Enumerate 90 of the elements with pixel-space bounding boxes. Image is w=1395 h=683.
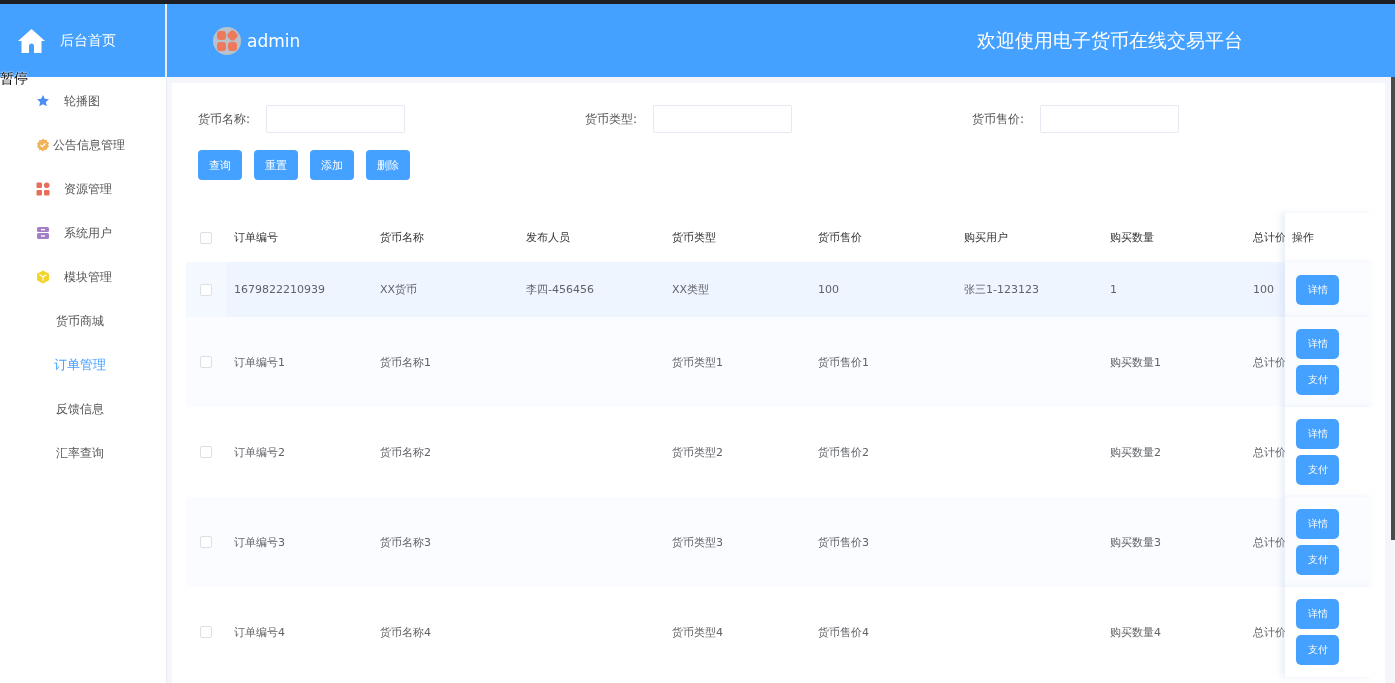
table-row[interactable]: 订单编号2 货币名称2 货币类型2 货币售价2 购买数量2 总计价 详情 支付 — [186, 407, 1372, 497]
action-button[interactable]: 删除 — [366, 150, 410, 180]
table-cell: 货币名称3 — [380, 535, 431, 549]
user-name: admin — [247, 30, 301, 51]
action-button[interactable]: 查询 — [198, 150, 242, 180]
table-cell: 订单编号1 — [234, 355, 285, 369]
table-cell: 购买数量4 — [1110, 625, 1161, 639]
submenu-item[interactable]: 汇率查询 — [0, 431, 166, 475]
table-cell: 订单编号3 — [234, 535, 285, 549]
table-row[interactable]: 订单编号3 货币名称3 货币类型3 货币售价3 购买数量3 总计价 详情 支付 — [186, 497, 1372, 587]
column-header: 订单编号 — [233, 230, 279, 245]
column-header: 购买数量 — [1109, 230, 1155, 245]
table-cell: 订单编号4 — [234, 625, 285, 639]
field-label: 货币售价: — [972, 110, 1026, 128]
table-cell: 订单编号2 — [234, 445, 285, 459]
row-action-button[interactable]: 支付 — [1296, 455, 1339, 485]
table-cell: 货币名称2 — [380, 445, 431, 459]
input-field[interactable] — [1040, 105, 1179, 133]
row-action-button[interactable]: 支付 — [1296, 635, 1339, 665]
table-cell: 货币类型3 — [672, 535, 723, 549]
welcome-title: 欢迎使用电子货币在线交易平台 — [977, 27, 1243, 53]
checkbox[interactable] — [200, 446, 212, 458]
table-cell: 1679822210939 — [234, 283, 325, 296]
action-button[interactable]: 重置 — [254, 150, 298, 180]
row-action-button[interactable]: 支付 — [1296, 545, 1339, 575]
table-cell: 李四-456456 — [526, 282, 594, 297]
table-cell: 货币类型1 — [672, 355, 723, 369]
checkbox[interactable] — [200, 231, 212, 244]
table-cell: 总计价 — [1253, 445, 1286, 459]
table-cell: 100 — [818, 283, 839, 296]
menu-item[interactable]: 资源管理 — [0, 167, 166, 211]
menu-item[interactable]: 公告信息管理 — [0, 123, 166, 167]
column-header: 货币名称 — [379, 230, 425, 245]
column-header: 货币类型 — [671, 230, 717, 245]
scrollbar[interactable] — [1391, 77, 1395, 540]
archive-icon — [36, 226, 50, 240]
table-row[interactable]: 订单编号1 货币名称1 货币类型1 货币售价1 购买数量1 总计价 详情 支付 — [186, 317, 1372, 407]
table-cell: 货币售价1 — [818, 355, 869, 369]
checkbox[interactable] — [200, 626, 212, 638]
row-action-button[interactable]: 详情 — [1296, 419, 1339, 449]
submenu-item[interactable]: 货币商城 — [0, 299, 166, 343]
checkbox[interactable] — [200, 536, 212, 548]
table-cell: 货币名称1 — [380, 355, 431, 369]
grid-icon — [36, 182, 50, 196]
row-action-button[interactable]: 支付 — [1296, 365, 1339, 395]
avatar-icon[interactable] — [213, 26, 241, 55]
submenu-item[interactable]: 反馈信息 — [0, 387, 166, 431]
table-row[interactable]: 1679822210939 XX货币 李四-456456 XX类型 100 张三1-123123 1 100 详情 — [186, 262, 1372, 317]
cube-icon — [36, 270, 50, 284]
home-icon[interactable] — [17, 27, 46, 54]
checkbox[interactable] — [200, 356, 212, 368]
column-header: 发布人员 — [525, 230, 571, 245]
checkbox[interactable] — [200, 283, 212, 296]
row-action-button[interactable]: 详情 — [1296, 274, 1339, 305]
table-cell: 货币售价2 — [818, 445, 869, 459]
row-action-button[interactable]: 详情 — [1296, 599, 1339, 629]
menu-item[interactable]: 模块管理 — [0, 255, 166, 299]
table-cell: 购买数量2 — [1110, 445, 1161, 459]
field-label: 货币名称: — [198, 110, 252, 128]
row-action-button[interactable]: 详情 — [1296, 329, 1339, 359]
table-cell: 购买数量3 — [1110, 535, 1161, 549]
table-cell: 货币类型2 — [672, 445, 723, 459]
table-cell: 1 — [1110, 283, 1117, 296]
table-cell: XX类型 — [672, 282, 710, 297]
table-cell: XX货币 — [380, 282, 418, 297]
column-header: 货币售价 — [817, 230, 863, 245]
table-cell: 货币类型4 — [672, 625, 723, 639]
badge-icon — [36, 138, 50, 152]
row-action-button[interactable]: 详情 — [1296, 509, 1339, 539]
menu-item[interactable]: 系统用户 — [0, 211, 166, 255]
submenu-item[interactable]: 订单管理 — [0, 343, 166, 387]
table-cell: 货币售价3 — [818, 535, 869, 549]
table-row[interactable]: 订单编号4 货币名称4 货币类型4 货币售价4 购买数量4 总计价 详情 支付 — [186, 587, 1372, 677]
table-cell: 货币名称4 — [380, 625, 431, 639]
input-field[interactable] — [266, 105, 405, 133]
column-header: 购买用户 — [963, 230, 1009, 245]
table-cell: 总计价 — [1253, 625, 1286, 639]
table-cell: 购买数量1 — [1110, 355, 1161, 369]
table-cell: 100 — [1253, 283, 1274, 296]
table-cell: 总计价 — [1253, 535, 1286, 549]
column-header: 总计价 — [1252, 230, 1285, 245]
table-cell: 张三1-123123 — [964, 282, 1039, 297]
star-icon — [36, 94, 50, 108]
column-header: 操作 — [1285, 213, 1372, 262]
action-button[interactable]: 添加 — [310, 150, 354, 180]
table-cell: 总计价 — [1253, 355, 1286, 369]
table-cell: 货币售价4 — [818, 625, 869, 639]
field-label: 货币类型: — [585, 110, 639, 128]
home-link[interactable]: 后台首页 — [60, 31, 116, 50]
input-field[interactable] — [653, 105, 792, 133]
